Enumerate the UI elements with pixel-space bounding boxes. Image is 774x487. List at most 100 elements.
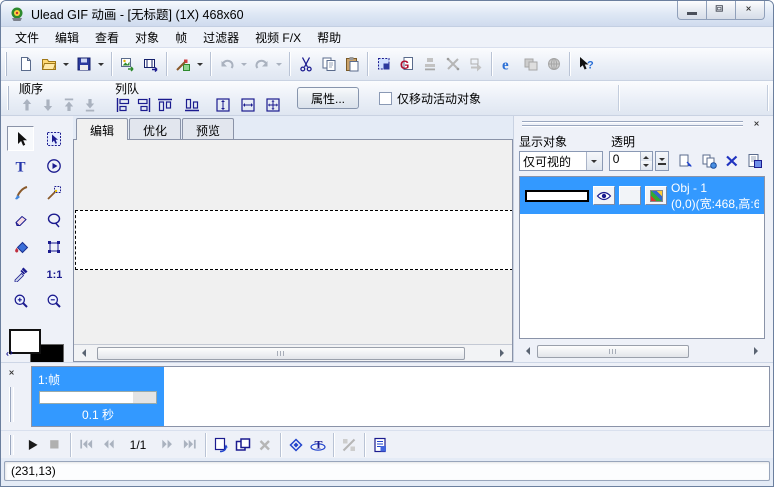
scroll-track[interactable] bbox=[91, 346, 495, 361]
optimize-gif-button[interactable]: G bbox=[395, 53, 418, 76]
toolbar-grip[interactable] bbox=[5, 52, 10, 76]
scroll-left-button[interactable] bbox=[75, 346, 91, 361]
tab-optimize[interactable]: 优化 bbox=[129, 118, 181, 139]
menu-object[interactable]: 对象 bbox=[127, 26, 167, 49]
text-banner-button[interactable]: T bbox=[307, 434, 329, 456]
object-color-swatch[interactable] bbox=[645, 186, 667, 205]
save-button[interactable] bbox=[72, 53, 95, 76]
show-objects-dropdown[interactable]: 仅可视的 bbox=[519, 151, 603, 171]
object-blank-swatch[interactable] bbox=[619, 186, 641, 205]
spin-down-button[interactable] bbox=[641, 161, 652, 170]
brush-tool[interactable] bbox=[7, 180, 34, 205]
new-document-button[interactable] bbox=[14, 53, 37, 76]
menu-filter[interactable]: 过滤器 bbox=[195, 26, 247, 49]
align-left-button[interactable] bbox=[112, 96, 133, 114]
align-bottom-button[interactable] bbox=[181, 96, 202, 114]
object-picker-tool[interactable] bbox=[40, 126, 67, 151]
transition-button[interactable] bbox=[285, 434, 307, 456]
eyedropper-tool[interactable] bbox=[7, 261, 34, 286]
add-frame-button[interactable] bbox=[210, 434, 232, 456]
duplicate-object-button[interactable] bbox=[698, 151, 719, 171]
open-button[interactable] bbox=[37, 53, 60, 76]
duplicate-frame-button[interactable] bbox=[232, 434, 254, 456]
add-object-button[interactable] bbox=[675, 151, 696, 171]
menu-file[interactable]: 文件 bbox=[7, 26, 47, 49]
maximize-button[interactable] bbox=[706, 1, 736, 20]
help-button[interactable]: ? bbox=[574, 53, 597, 76]
transparency-slider-button[interactable] bbox=[655, 151, 669, 171]
panel-close-button[interactable] bbox=[751, 119, 765, 131]
add-image-button[interactable] bbox=[116, 53, 139, 76]
scroll-left-button[interactable] bbox=[519, 344, 535, 359]
scroll-track[interactable] bbox=[535, 344, 749, 359]
menu-video-fx[interactable]: 视频 F/X bbox=[247, 26, 309, 49]
zoom-in-tool[interactable] bbox=[7, 288, 34, 313]
object-visibility-button[interactable] bbox=[593, 186, 615, 205]
crop-canvas-button[interactable] bbox=[372, 53, 395, 76]
color-wand-dropdown[interactable] bbox=[194, 53, 206, 76]
toolbar-grip[interactable] bbox=[9, 435, 14, 455]
animation-tool[interactable] bbox=[40, 153, 67, 178]
play-button[interactable] bbox=[22, 434, 44, 456]
scroll-thumb[interactable] bbox=[97, 347, 465, 360]
scroll-right-button[interactable] bbox=[749, 344, 765, 359]
add-video-button[interactable] bbox=[139, 53, 162, 76]
scroll-right-button[interactable] bbox=[495, 346, 511, 361]
spin-up-button[interactable] bbox=[641, 152, 652, 161]
swap-colors-icon[interactable] bbox=[6, 350, 18, 362]
actual-size-tool[interactable]: 1:1 bbox=[40, 261, 67, 286]
menu-edit[interactable]: 编辑 bbox=[47, 26, 87, 49]
crop-tool[interactable] bbox=[40, 234, 67, 259]
lasso-tool[interactable] bbox=[40, 207, 67, 232]
cut-button[interactable] bbox=[294, 53, 317, 76]
eraser-tool[interactable] bbox=[7, 207, 34, 232]
align-right-button[interactable] bbox=[133, 96, 154, 114]
text-tool[interactable]: T bbox=[7, 153, 34, 178]
save-dropdown[interactable] bbox=[95, 53, 107, 76]
move-active-only-checkbox[interactable] bbox=[379, 92, 392, 105]
frame-panel-close-button[interactable] bbox=[6, 368, 20, 380]
properties-button[interactable]: 属性... bbox=[297, 87, 359, 109]
frame-item[interactable]: 1:帧 0.1 秒 bbox=[32, 367, 164, 426]
menu-help[interactable]: 帮助 bbox=[309, 26, 349, 49]
center-vertical-button[interactable] bbox=[237, 96, 258, 114]
delete-object-button[interactable] bbox=[721, 151, 742, 171]
pointer-tool[interactable] bbox=[7, 126, 34, 151]
magic-wand-tool[interactable] bbox=[40, 180, 67, 205]
frame-panel-drag-handle[interactable] bbox=[9, 387, 14, 422]
transparency-spinner[interactable]: 0 bbox=[609, 151, 653, 171]
open-dropdown[interactable] bbox=[60, 53, 72, 76]
copy-button[interactable] bbox=[317, 53, 340, 76]
center-horizontal-button[interactable] bbox=[212, 96, 233, 114]
dropdown-arrow-icon[interactable] bbox=[586, 152, 602, 170]
menu-view[interactable]: 查看 bbox=[87, 26, 127, 49]
center-both-button[interactable] bbox=[262, 96, 283, 114]
frame-properties-icon bbox=[372, 437, 388, 453]
brush-tool-icon bbox=[13, 185, 29, 201]
tab-preview[interactable]: 预览 bbox=[182, 118, 234, 139]
object-list-item[interactable]: Obj - 1 (0,0)(宽:468,高:60) bbox=[520, 177, 764, 214]
canvas-image[interactable] bbox=[75, 210, 512, 270]
toolbar-grip[interactable] bbox=[7, 86, 12, 110]
minimize-button[interactable] bbox=[677, 1, 707, 20]
close-icon bbox=[746, 6, 755, 15]
canvas-viewport[interactable] bbox=[74, 140, 512, 344]
paste-icon bbox=[344, 56, 360, 72]
browser-preview-button[interactable]: e bbox=[496, 53, 519, 76]
fill-tool[interactable] bbox=[7, 234, 34, 259]
object-list[interactable]: Obj - 1 (0,0)(宽:468,高:60) bbox=[519, 176, 765, 339]
scroll-thumb[interactable] bbox=[537, 345, 689, 358]
color-wand-button[interactable] bbox=[171, 53, 194, 76]
tab-edit[interactable]: 编辑 bbox=[76, 118, 128, 140]
zoom-out-tool[interactable] bbox=[40, 288, 67, 313]
menu-frame[interactable]: 帧 bbox=[167, 26, 195, 49]
titlebar[interactable]: Ulead GIF 动画 - [无标题] (1X) 468x60 bbox=[1, 1, 773, 27]
panel-drag-handle[interactable] bbox=[522, 120, 743, 128]
frames-icon bbox=[523, 56, 539, 72]
paste-button[interactable] bbox=[340, 53, 363, 76]
frame-strip[interactable]: 1:帧 0.1 秒 bbox=[31, 366, 770, 427]
close-button[interactable] bbox=[735, 1, 765, 20]
object-properties-button[interactable] bbox=[744, 151, 765, 171]
frame-properties-button[interactable] bbox=[369, 434, 391, 456]
align-top-button[interactable] bbox=[154, 96, 175, 114]
